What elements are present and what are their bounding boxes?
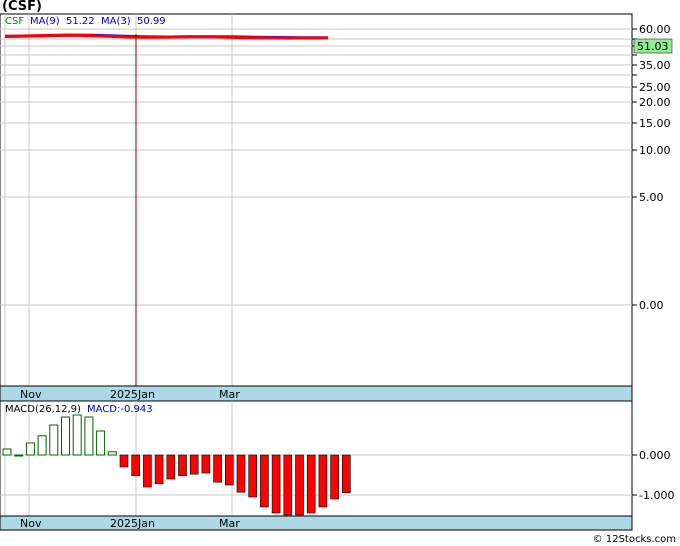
macd-legend-label: MACD(26,12,9) [5,404,81,415]
macd-bar [189,454,199,475]
macd-bar [248,454,257,498]
macd-x-label: Nov [20,517,42,530]
price-tick-label: 15.00 [639,117,671,130]
macd-bar [61,416,70,456]
stock-chart: 60.00 35.00 25.00 20.00 15.00 10.00 5.00 0.00 C… [0,13,674,531]
legend-ma3-label: MA(3) [101,16,131,27]
legend-ticker: CSF [5,16,24,27]
price-x-axis-band [0,385,633,402]
macd-bar [166,454,176,480]
price-panel-frame [0,13,633,387]
current-price-label: 51.03 [637,40,669,53]
macd-bar [84,416,94,456]
price-tick-label: 10.00 [639,144,671,157]
macd-panel-frame [0,400,633,517]
macd-x-label: 2025Jan [110,517,155,530]
macd-bar [14,454,24,457]
macd-bar [25,442,35,456]
macd-bar [143,454,152,488]
price-tick-label: 0.00 [639,299,664,312]
macd-bar [37,435,47,456]
macd-bar [96,430,106,456]
macd-bar [236,454,246,493]
macd-legend-value: MACD:-0.943 [87,404,153,415]
macd-bar [201,454,211,474]
macd-bar [178,454,187,477]
macd-bar [72,414,82,456]
macd-bar [283,454,293,516]
macd-bar [2,448,12,456]
price-tick-label: 35.00 [639,59,671,72]
price-axis-ticks: 60.00 35.00 25.00 20.00 15.00 10.00 5.00 0.00 [632,23,671,312]
footer-credit: © 12Stocks.com [592,534,676,545]
macd-bar [119,454,129,468]
price-tick-label: 25.00 [639,81,671,94]
macd-x-label: Mar [219,517,240,530]
price-tick-label: 20.00 [639,96,671,109]
macd-bar [341,454,351,494]
macd-bar [271,454,281,514]
macd-bar [213,454,222,483]
legend-ma3-value: 50.99 [137,16,166,27]
macd-bar [107,451,117,456]
macd-bar [49,424,59,456]
macd-tick-label: 0.000 [639,449,671,462]
price-x-label: 2025Jan [110,388,155,401]
macd-x-axis-band [0,515,633,531]
legend-ma9-value: 51.22 [66,16,95,27]
macd-bar [306,454,316,514]
price-x-label: Mar [219,388,240,401]
macd-bar [131,454,140,477]
macd-bar [225,454,234,486]
macd-bar [260,454,269,508]
price-tick-label: 60.00 [639,23,671,36]
price-x-label: Nov [20,388,42,401]
macd-bar [318,454,328,508]
macd-bar [154,454,164,485]
macd-bar [330,454,339,500]
macd-tick-label: -1.000 [639,489,674,502]
macd-axis-ticks: 0.000 -1.000 [632,449,674,502]
price-tick-label: 5.00 [639,191,664,204]
macd-bar [295,454,304,516]
legend-ma9-label: MA(9) [30,16,60,27]
